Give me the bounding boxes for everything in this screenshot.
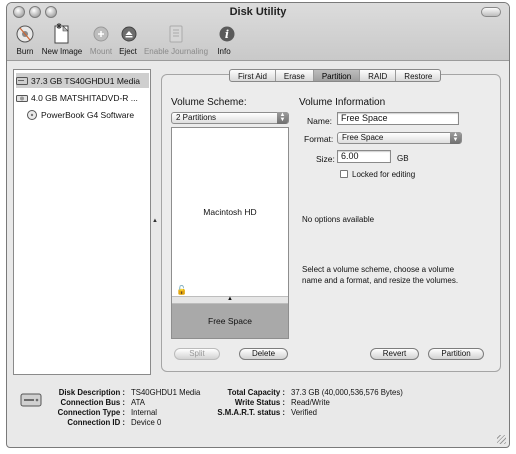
- connection-bus-key: Connection Bus :: [60, 398, 125, 407]
- mount-icon: [89, 23, 113, 45]
- window-chrome: Disk Utility Burn New Image Mount Eject …: [7, 3, 509, 61]
- device-list[interactable]: 37.3 GB TS40GHDU1 Media 4.0 GB MATSHITAD…: [13, 69, 151, 375]
- device-label: PowerBook G4 Software: [41, 109, 135, 120]
- volume-size-field[interactable]: 6.00: [337, 150, 391, 163]
- format-select[interactable]: Free Space ▲ ▼: [337, 132, 462, 144]
- tab-erase[interactable]: Erase: [276, 70, 314, 81]
- new-image-button[interactable]: New Image: [41, 23, 83, 56]
- write-status-value: Read/Write: [291, 398, 330, 407]
- lock-icon: 🔓: [176, 285, 188, 295]
- locked-for-editing-label: Locked for editing: [352, 170, 416, 179]
- connection-type-value: Internal: [131, 408, 158, 417]
- help-text-line-2: name and a format, and resize the volume…: [302, 276, 459, 285]
- volume-name-field[interactable]: Free Space: [337, 112, 459, 125]
- volume-scheme-select[interactable]: 2 Partitions ▲ ▼: [171, 112, 289, 124]
- partition-button[interactable]: Partition: [428, 348, 484, 360]
- locked-for-editing-checkbox[interactable]: [340, 170, 348, 178]
- disk-info-area: Disk Description : TS40GHDU1 Media Conne…: [7, 384, 509, 444]
- split-button[interactable]: Split: [174, 348, 220, 360]
- info-label: Info: [217, 47, 231, 56]
- device-item-matshita-dvd[interactable]: 4.0 GB MATSHITADVD-R ...: [16, 90, 149, 105]
- device-label: 37.3 GB TS40GHDU1 Media: [31, 75, 140, 86]
- window-resize-grip[interactable]: [497, 435, 506, 444]
- total-capacity-key: Total Capacity :: [227, 388, 285, 397]
- disk-utility-window: Disk Utility Burn New Image Mount Eject …: [6, 2, 510, 448]
- smart-status-key: S.M.A.R.T. status :: [217, 408, 285, 417]
- format-label: Format:: [304, 134, 334, 144]
- hard-disk-icon: [16, 76, 28, 85]
- optical-drive-icon: [16, 94, 28, 102]
- tab-bar: First Aid Erase Partition RAID Restore: [229, 69, 442, 82]
- burn-button[interactable]: Burn: [13, 23, 37, 56]
- eject-label: Eject: [119, 47, 137, 56]
- help-text-line-1: Select a volume scheme, choose a volume: [302, 265, 455, 274]
- enable-journaling-button[interactable]: Enable Journaling: [143, 23, 209, 56]
- volume-scheme-label: Volume Scheme:: [171, 97, 247, 108]
- window-title: Disk Utility: [229, 6, 287, 18]
- burn-icon: [13, 23, 37, 45]
- toolbar: Burn New Image Mount Eject Enable Journa…: [7, 22, 509, 60]
- popup-arrows-icon: ▲ ▼: [277, 112, 288, 124]
- revert-button[interactable]: Revert: [370, 348, 419, 360]
- toolbar-toggle-button[interactable]: [481, 7, 501, 17]
- new-image-icon: [50, 23, 74, 45]
- connection-bus-value: ATA: [131, 398, 146, 407]
- volume-map[interactable]: Macintosh HD 🔓 ▲ Free Space: [171, 127, 289, 339]
- smart-status-value: Verified: [291, 408, 318, 417]
- eject-button[interactable]: Eject: [117, 23, 139, 56]
- burn-label: Burn: [16, 47, 34, 56]
- write-status-key: Write Status :: [234, 398, 285, 407]
- device-item-powerbook-software[interactable]: PowerBook G4 Software: [26, 107, 148, 122]
- volume-free-space[interactable]: Free Space: [172, 304, 288, 338]
- cd-disc-icon: [27, 109, 37, 120]
- tab-first-aid[interactable]: First Aid: [230, 70, 276, 81]
- connection-type-key: Connection Type :: [57, 408, 125, 417]
- mount-label: Mount: [89, 47, 113, 56]
- options-text: No options available: [302, 215, 375, 224]
- name-label: Name:: [307, 116, 333, 126]
- delete-button[interactable]: Delete: [239, 348, 288, 360]
- title-bar[interactable]: Disk Utility: [7, 3, 509, 21]
- svg-text:i: i: [225, 28, 229, 41]
- disk-drive-icon: [20, 393, 42, 407]
- popup-arrows-icon: ▲ ▼: [450, 132, 461, 144]
- info-icon: i: [215, 23, 239, 45]
- resize-handle-caret-icon: ▲: [227, 296, 233, 302]
- journaling-icon: [164, 23, 188, 45]
- disk-description-key: Disk Description :: [58, 388, 125, 397]
- volume-free-space-label: Free Space: [208, 316, 252, 326]
- volume-information-label: Volume Information: [299, 97, 386, 108]
- volume-macintosh-hd[interactable]: Macintosh HD: [172, 128, 288, 296]
- info-button[interactable]: i Info: [215, 23, 235, 56]
- tab-restore[interactable]: Restore: [396, 70, 440, 81]
- tab-partition[interactable]: Partition: [313, 70, 361, 81]
- disk-description-value: TS40GHDU1 Media: [131, 388, 201, 397]
- new-image-label: New Image: [41, 47, 83, 56]
- device-label: 4.0 GB MATSHITADVD-R ...: [31, 92, 138, 103]
- connection-id-value: Device 0: [131, 418, 162, 427]
- connection-id-key: Connection ID :: [67, 418, 125, 427]
- enable-journaling-label: Enable Journaling: [143, 47, 209, 56]
- mount-button[interactable]: Mount: [87, 23, 115, 56]
- size-unit-label: GB: [397, 154, 409, 163]
- eject-icon: [117, 23, 141, 45]
- total-capacity-value: 37.3 GB (40,000,536,576 Bytes): [291, 388, 403, 397]
- device-item-ts40ghdu1[interactable]: 37.3 GB TS40GHDU1 Media: [16, 73, 149, 88]
- volume-macintosh-hd-label: Macintosh HD: [203, 207, 257, 217]
- volume-scheme-value: 2 Partitions: [176, 113, 217, 122]
- split-view-handle[interactable]: ▲: [152, 218, 158, 224]
- format-value: Free Space: [342, 133, 384, 142]
- tab-raid[interactable]: RAID: [360, 70, 397, 81]
- size-label: Size:: [316, 154, 335, 164]
